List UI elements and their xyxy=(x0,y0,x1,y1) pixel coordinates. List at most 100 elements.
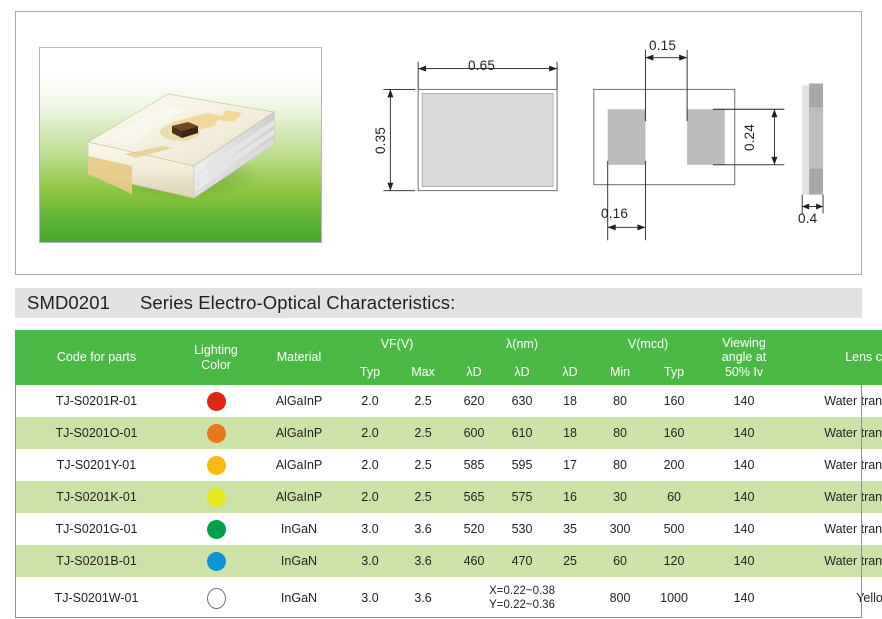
cell-vf-typ: 2.0 xyxy=(344,385,396,417)
cell-vf-max: 2.5 xyxy=(396,481,451,513)
cell-v-typ: 200 xyxy=(646,449,703,481)
table-row: TJ-S0201K-01 AlGaInP 2.0 2.5 565 575 16 30 60 140… xyxy=(15,481,882,513)
dim-label-top-height: 0.35 xyxy=(373,126,389,155)
cell-material: AlGaInP xyxy=(254,481,344,513)
table-header-row-top: Code for parts Lighting Color Material V… xyxy=(15,330,882,385)
th-lambda-2: λD xyxy=(498,359,547,385)
cell-chromaticity: X=0.22~0.38 Y=0.22~0.36 xyxy=(450,577,595,619)
color-swatch-white xyxy=(206,587,226,609)
drawing-panel: 0.65 0.35 0.15 0.16 0.24 0.4 xyxy=(15,11,862,275)
cell-lambda-3: 18 xyxy=(546,385,595,417)
cell-code: TJ-S0201B-01 xyxy=(15,545,178,577)
cell-lambda-2: 610 xyxy=(498,417,547,449)
cell-lighting-color xyxy=(178,417,254,449)
spec-table-wrapper: Code for parts Lighting Color Material V… xyxy=(15,330,882,619)
cell-vf-max: 3.6 xyxy=(396,545,451,577)
cell-vf-max: 3.6 xyxy=(396,577,451,619)
cell-lambda-3: 35 xyxy=(546,513,595,545)
cell-lens-color: Water transparent xyxy=(786,513,882,545)
th-lambda-1: λD xyxy=(450,359,499,385)
th-vf-max: Max xyxy=(396,359,451,385)
cell-lambda-3: 18 xyxy=(546,417,595,449)
table-row: TJ-S0201W-01 InGaN 3.0 3.6 X=0.22~0.38 Y=0.2… xyxy=(15,577,882,619)
cell-viewing-angle: 140 xyxy=(702,577,787,619)
cell-viewing-angle: 140 xyxy=(702,417,787,449)
cell-v-min: 80 xyxy=(594,417,647,449)
table-row: TJ-S0201Y-01 AlGaInP 2.0 2.5 585 595 17 80 200 14… xyxy=(15,449,882,481)
cell-lambda-1: 520 xyxy=(450,513,499,545)
table-body: TJ-S0201R-01 AlGaInP 2.0 2.5 620 630 18 80 160 14… xyxy=(15,385,882,619)
cell-material: InGaN xyxy=(254,545,344,577)
table-row: TJ-S0201R-01 AlGaInP 2.0 2.5 620 630 18 80 160 14… xyxy=(15,385,882,417)
th-v-min: Min xyxy=(594,359,647,385)
color-swatch-yellow xyxy=(206,487,226,507)
cell-lambda-2: 630 xyxy=(498,385,547,417)
th-material: Material xyxy=(254,330,344,385)
th-vf-typ: Typ xyxy=(344,359,396,385)
cell-code: TJ-S0201G-01 xyxy=(15,513,178,545)
section-title-bar: SMD0201 Series Electro-Optical Character… xyxy=(15,288,862,318)
th-v-group: V(mcd) xyxy=(594,330,703,359)
cell-viewing-angle: 140 xyxy=(702,449,787,481)
section-title-text: Series Electro-Optical Characteristics: xyxy=(139,292,456,313)
cell-lens-color: Yellow xyxy=(786,577,882,619)
dim-label-pad-width: 0.16 xyxy=(601,206,629,221)
cell-v-min: 300 xyxy=(594,513,647,545)
table-row: TJ-S0201G-01 InGaN 3.0 3.6 520 530 35 300 500 140… xyxy=(15,513,882,545)
cell-lambda-2: 470 xyxy=(498,545,547,577)
cell-v-min: 30 xyxy=(594,481,647,513)
cell-vf-typ: 3.0 xyxy=(344,513,396,545)
cell-lambda-1: 600 xyxy=(450,417,499,449)
cell-vf-max: 2.5 xyxy=(396,449,451,481)
cell-lambda-3: 17 xyxy=(546,449,595,481)
cell-vf-typ: 3.0 xyxy=(344,545,396,577)
cell-lambda-2: 595 xyxy=(498,449,547,481)
cell-lambda-3: 16 xyxy=(546,481,595,513)
led-package-illustration xyxy=(86,93,275,201)
cell-lens-color: Water transparent xyxy=(786,417,882,449)
cell-vf-typ: 2.0 xyxy=(344,449,396,481)
cell-vf-max: 2.5 xyxy=(396,385,451,417)
side-view-drawing xyxy=(801,83,824,214)
cell-lambda-1: 565 xyxy=(450,481,499,513)
cell-lighting-color xyxy=(178,385,254,417)
th-v-typ: Typ xyxy=(646,359,703,385)
cell-lighting-color xyxy=(178,481,254,513)
cell-lighting-color xyxy=(178,513,254,545)
cell-material: AlGaInP xyxy=(254,449,344,481)
th-vf-group: VF(V) xyxy=(344,330,451,359)
cell-material: InGaN xyxy=(254,577,344,619)
cell-viewing-angle: 140 xyxy=(702,513,787,545)
cell-viewing-angle: 140 xyxy=(702,545,787,577)
color-swatch-amber xyxy=(206,455,226,475)
table-head: Code for parts Lighting Color Material V… xyxy=(15,330,882,385)
cell-vf-max: 2.5 xyxy=(396,417,451,449)
th-code-for-parts: Code for parts xyxy=(15,330,178,385)
cell-v-min: 80 xyxy=(594,449,647,481)
cell-v-typ: 1000 xyxy=(646,577,703,619)
cell-code: TJ-S0201R-01 xyxy=(15,385,178,417)
cell-material: AlGaInP xyxy=(254,417,344,449)
cell-lambda-2: 575 xyxy=(498,481,547,513)
cell-v-typ: 500 xyxy=(646,513,703,545)
table-row: TJ-S0201B-01 InGaN 3.0 3.6 460 470 25 60 120 140 W… xyxy=(15,545,882,577)
cell-lighting-color xyxy=(178,449,254,481)
cell-vf-typ: 2.0 xyxy=(344,481,396,513)
cell-material: InGaN xyxy=(254,513,344,545)
section-title-code: SMD0201 xyxy=(27,292,110,313)
color-swatch-blue xyxy=(206,551,226,571)
table-row: TJ-S0201O-01 AlGaInP 2.0 2.5 600 610 18 80 160 14… xyxy=(15,417,882,449)
cell-lambda-1: 460 xyxy=(450,545,499,577)
th-lambda-group: λ(nm) xyxy=(450,330,595,359)
cell-v-typ: 60 xyxy=(646,481,703,513)
cell-code: TJ-S0201K-01 xyxy=(15,481,178,513)
cell-vf-typ: 2.0 xyxy=(344,417,396,449)
th-lighting-color: Lighting Color xyxy=(178,330,254,385)
dim-label-thickness: 0.4 xyxy=(798,211,818,226)
cell-v-typ: 120 xyxy=(646,545,703,577)
cell-lambda-2: 530 xyxy=(498,513,547,545)
electro-optical-table: Code for parts Lighting Color Material V… xyxy=(15,330,882,619)
color-swatch-green xyxy=(206,519,226,539)
cell-lens-color: Water transparent xyxy=(786,545,882,577)
cell-v-typ: 160 xyxy=(646,385,703,417)
